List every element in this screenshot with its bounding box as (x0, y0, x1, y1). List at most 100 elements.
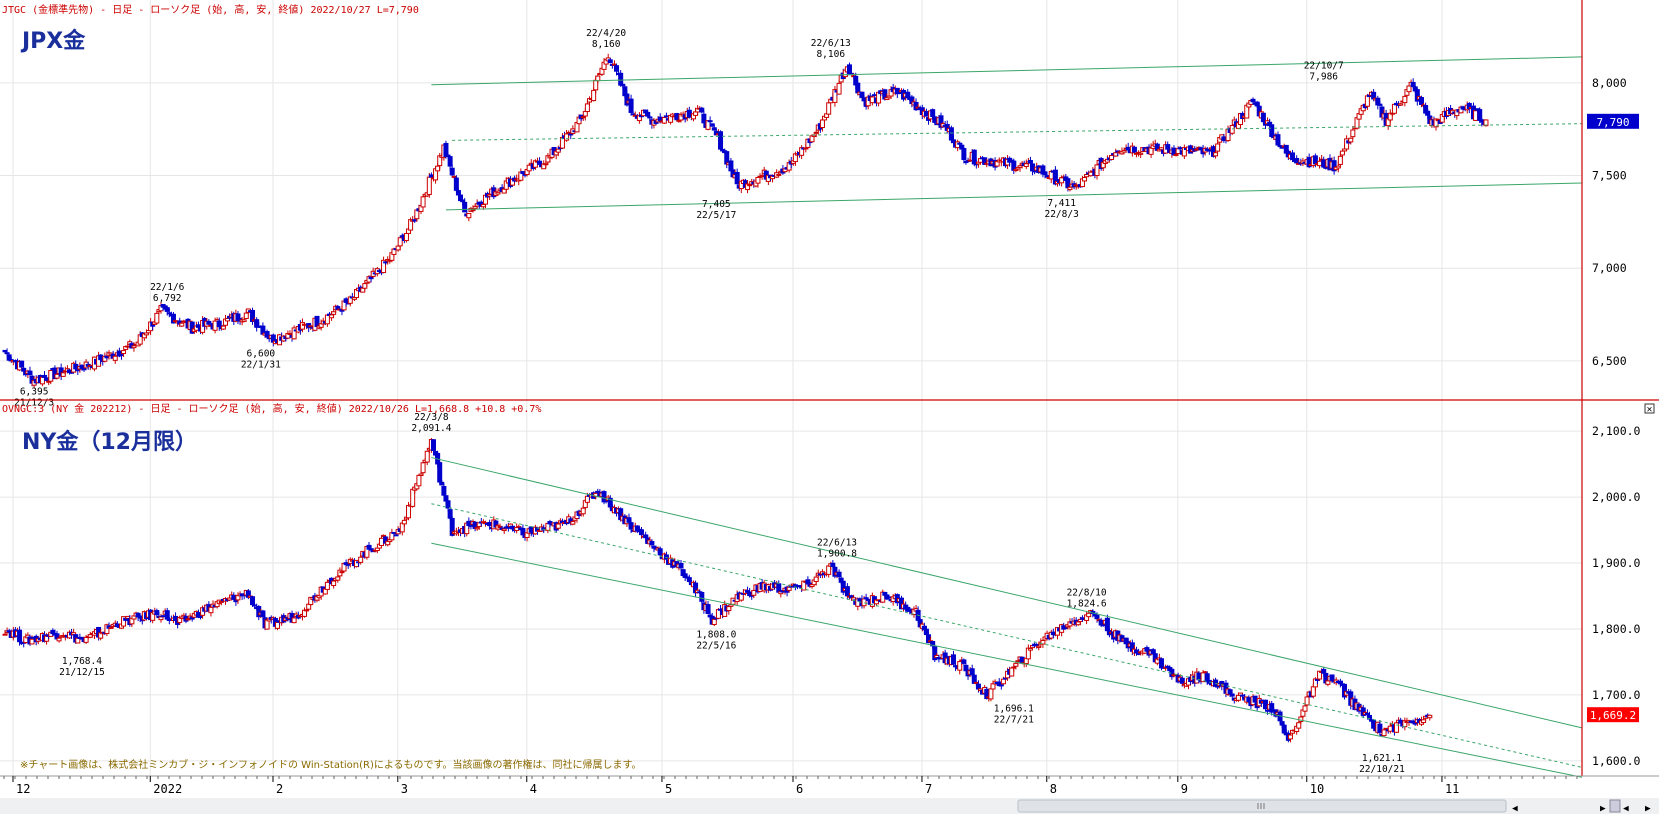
candle-body (591, 89, 597, 102)
candle-body (932, 116, 938, 123)
candle-body (584, 495, 590, 503)
scroll-right-icon[interactable]: ▶ (1600, 803, 1606, 814)
annotation-line: 22/7/21 (994, 714, 1034, 725)
extreme-annotation: 1,696.122/7/21 (994, 703, 1034, 725)
candle-body (555, 523, 561, 529)
candle-body (1017, 165, 1023, 168)
candle-body (466, 213, 472, 219)
candle-body (1250, 98, 1256, 103)
candle-body (661, 116, 667, 124)
annotation-line: 22/4/20 (586, 28, 626, 39)
candle-body (751, 589, 757, 596)
candle-body (206, 320, 212, 325)
candle-body (1229, 693, 1235, 697)
candle-body (1094, 164, 1100, 177)
candle-body (620, 83, 626, 87)
scroll-right-icon[interactable]: ▶ (1645, 803, 1651, 814)
candle-body (1294, 157, 1300, 164)
x-tick-label: 5 (665, 782, 672, 796)
scroll-left-icon[interactable]: ◀ (1512, 803, 1518, 814)
panel-header: OVNGC:3 (NY 金 202212) - 日足 - ローソク足 (始, 高… (2, 402, 541, 415)
x-tick-label: 6 (796, 782, 803, 796)
candle-body (1009, 667, 1015, 677)
y-tick-label: 1,800.0 (1592, 622, 1641, 636)
candle-body (1044, 175, 1050, 178)
candle-body (582, 111, 588, 117)
candle-body (453, 177, 459, 191)
candle-body (1000, 678, 1006, 685)
candle-body (19, 360, 25, 368)
candle-body (657, 548, 663, 556)
candle-body (435, 165, 441, 172)
candle-body (923, 111, 929, 117)
candle-body (861, 97, 867, 102)
candle-body (220, 325, 226, 330)
candle-body (649, 541, 655, 546)
candle-body (1387, 725, 1393, 732)
candle-body (1084, 174, 1090, 178)
x-tick-label: 4 (530, 782, 537, 796)
candle-body (836, 571, 842, 578)
candle-body (724, 151, 730, 165)
candle-body (595, 75, 601, 82)
extreme-annotation: 22/4/208,160 (586, 28, 626, 50)
candle-body (593, 79, 599, 91)
annotation-line: 22/1/6 (150, 282, 185, 293)
candle-body (1262, 699, 1268, 710)
candle-body (1296, 722, 1302, 729)
x-tick-label: 11 (1445, 782, 1459, 796)
close-icon: ✕ (1644, 403, 1655, 415)
candle-body (836, 82, 842, 95)
annotation-line: 22/8/10 (1067, 588, 1107, 599)
x-tick-label: 10 (1310, 782, 1324, 796)
candle-body (971, 149, 977, 165)
annotation-line: 22/5/16 (696, 641, 736, 652)
candle-body (42, 374, 48, 379)
scroll-left-icon[interactable]: ◀ (1623, 803, 1629, 814)
candle-body (863, 597, 869, 600)
candle-body (1277, 145, 1283, 148)
scrollbar-thumb[interactable] (1017, 799, 1507, 813)
annotation-line: 6,792 (153, 293, 182, 304)
candle-body (950, 654, 956, 665)
candle-body (339, 571, 345, 574)
candle-body (1287, 734, 1293, 740)
candle-body (1177, 147, 1183, 150)
candle-body (1104, 617, 1110, 632)
candle-body (1027, 648, 1033, 651)
candle-body (950, 139, 956, 144)
candle-body (410, 488, 416, 507)
candle-body (48, 370, 54, 382)
zoom-handle[interactable] (1609, 799, 1621, 813)
candle-body (930, 109, 936, 118)
candle-body (1314, 678, 1320, 681)
candle-body (443, 495, 449, 502)
candle-body (786, 586, 792, 591)
annotation-line: 22/5/17 (696, 210, 736, 221)
extreme-annotation: 22/8/101,824.6 (1067, 588, 1107, 610)
candle-body (166, 312, 172, 315)
candle-body (121, 350, 127, 355)
candle-body (1421, 719, 1427, 724)
candle-body (543, 163, 549, 166)
candle-body (705, 604, 711, 614)
annotation-line: 22/6/13 (811, 38, 851, 49)
candle-body (1337, 155, 1343, 165)
candle-body (1339, 150, 1345, 156)
horizontal-scrollbar[interactable]: ◀ ▶ ◀ ▶ (0, 798, 1659, 814)
annotation-line: 1,621.1 (1362, 753, 1402, 764)
candle-body (1265, 709, 1271, 712)
candle-body (335, 576, 341, 581)
candle-body (112, 355, 118, 361)
candle-body (1086, 612, 1092, 618)
candle-body (647, 116, 653, 119)
candle-body (1165, 144, 1171, 150)
candle-body (439, 481, 445, 486)
candle-body (164, 307, 170, 312)
candle-body (1034, 644, 1040, 647)
candle-body (54, 373, 60, 379)
candle-body (393, 534, 399, 537)
candle-body (381, 534, 387, 537)
candle-body (252, 604, 258, 607)
annotation-line: 7,411 (1047, 198, 1076, 209)
